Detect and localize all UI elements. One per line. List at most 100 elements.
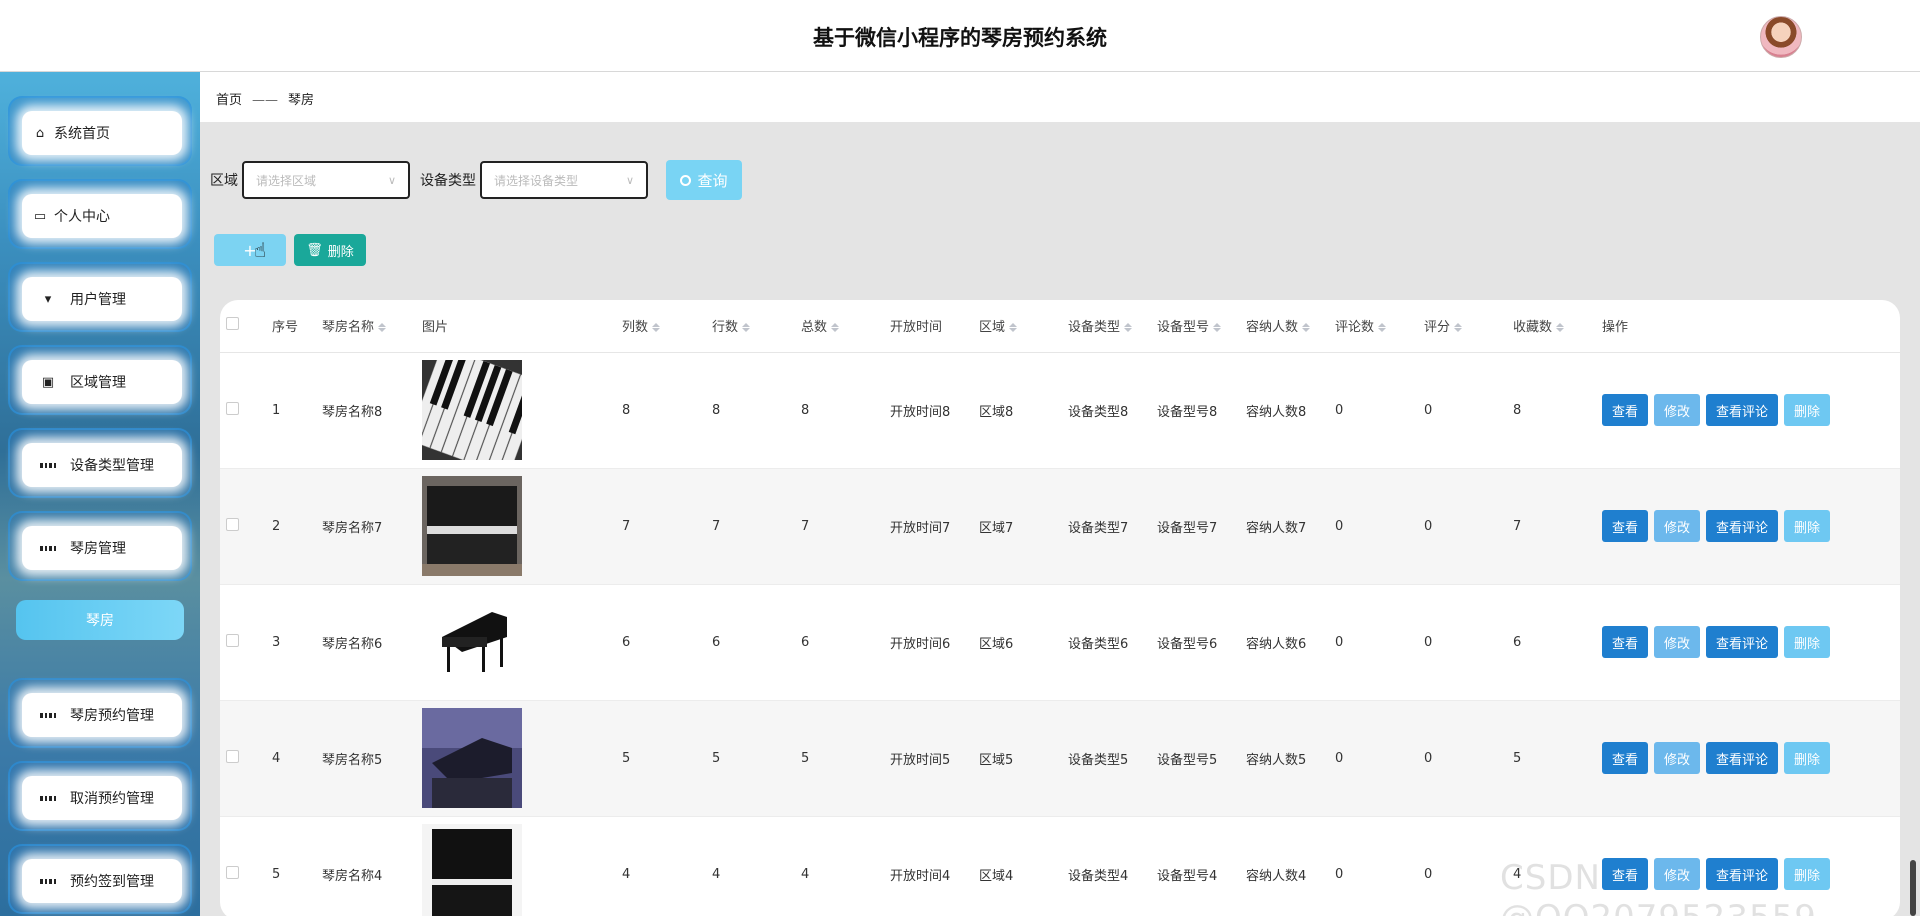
- cell-capacity: 容纳人数4: [1246, 816, 1335, 916]
- sort-icon[interactable]: [742, 322, 751, 333]
- view-button[interactable]: 查看: [1602, 394, 1649, 426]
- sort-icon[interactable]: [1378, 322, 1387, 333]
- piano-photo: [422, 708, 522, 808]
- view-reviews-button[interactable]: 查看评论: [1706, 742, 1779, 774]
- sidebar-item-users[interactable]: ▾ 用户管理: [8, 262, 192, 332]
- col-header[interactable]: 评分: [1424, 300, 1513, 353]
- sidebar-item-area[interactable]: ▣ 区域管理: [8, 345, 192, 415]
- table-row[interactable]: 4 琴房名称5 5 5 5 开放时间5 区域5 设备类型5 设备型号5 容纳人数5 0 0 5 查看 修改查…: [220, 700, 1900, 817]
- device-type-select[interactable]: 请选择设备类型 ∨: [480, 161, 648, 199]
- cell-favorites: 7: [1513, 468, 1602, 585]
- row-checkbox[interactable]: [226, 401, 239, 415]
- col-header[interactable]: 区域: [979, 300, 1068, 353]
- view-button[interactable]: 查看: [1602, 742, 1649, 774]
- top-header: 基于微信小程序的琴房预约系统: [0, 0, 1920, 72]
- cell-device-type: 设备类型8: [1068, 352, 1157, 469]
- edit-button[interactable]: 修改: [1654, 626, 1701, 658]
- cell-area: 区域5: [979, 700, 1068, 817]
- cell-area: 区域7: [979, 468, 1068, 585]
- query-button[interactable]: 查询: [666, 160, 742, 200]
- vertical-scrollbar[interactable]: [1910, 860, 1916, 916]
- sort-icon[interactable]: [1213, 322, 1222, 333]
- view-button[interactable]: 查看: [1602, 510, 1649, 542]
- col-header: 序号: [272, 300, 322, 353]
- cell-no: 2: [272, 468, 322, 585]
- sort-icon[interactable]: [1009, 322, 1018, 333]
- clipboard-icon: ▣: [41, 374, 55, 390]
- view-reviews-button[interactable]: 查看评论: [1706, 510, 1779, 542]
- grid-icon: [40, 540, 56, 556]
- sidebar-item-booking[interactable]: 琴房预约管理: [8, 678, 192, 748]
- home-icon: ⌂: [35, 125, 45, 141]
- row-checkbox[interactable]: [226, 749, 239, 763]
- sidebar-item-label: 琴房预约管理: [70, 708, 154, 724]
- cell-name: 琴房名称7: [322, 468, 422, 585]
- sort-icon[interactable]: [1454, 322, 1463, 333]
- edit-button[interactable]: 修改: [1654, 510, 1701, 542]
- cell-score: 0: [1424, 700, 1513, 817]
- cell-capacity: 容纳人数8: [1246, 352, 1335, 469]
- select-all-checkbox[interactable]: [226, 317, 239, 331]
- sidebar-item-device-type[interactable]: 设备类型管理: [8, 428, 192, 498]
- col-header[interactable]: 琴房名称: [322, 300, 422, 353]
- col-header[interactable]: 收藏数: [1513, 300, 1602, 353]
- sidebar-item-room[interactable]: 琴房管理: [8, 511, 192, 581]
- search-icon: [680, 174, 692, 186]
- sort-icon[interactable]: [1302, 322, 1311, 333]
- grid-icon: [40, 790, 56, 806]
- sidebar-item-profile[interactable]: ▭ 个人中心: [8, 179, 192, 249]
- cell-rows: 4: [712, 816, 801, 916]
- row-checkbox[interactable]: [226, 633, 239, 647]
- search-bar: 区域 请选择区域 ∨ 设备类型 请选择设备类型 ∨ 查询: [210, 160, 742, 200]
- delete-row-button[interactable]: 删除: [1784, 394, 1831, 426]
- area-placeholder: 请选择区域: [256, 173, 317, 188]
- sort-icon[interactable]: [1556, 322, 1565, 333]
- sidebar-item-label: 区域管理: [70, 375, 126, 391]
- sidebar-item-home[interactable]: ⌂ 系统首页: [8, 96, 192, 166]
- view-button[interactable]: 查看: [1602, 626, 1649, 658]
- page-title: 基于微信小程序的琴房预约系统: [813, 26, 1107, 50]
- table-row[interactable]: 2 琴房名称7 7 7 7 开放时间7 区域7 设备类型7 设备型号7 容纳人数7 0 0 7 查看 修改查…: [220, 468, 1900, 585]
- delete-row-button[interactable]: 删除: [1784, 510, 1831, 542]
- device-type-placeholder: 请选择设备类型: [494, 173, 579, 188]
- cell-open-time: 开放时间5: [890, 700, 979, 817]
- cell-comments: 0: [1335, 584, 1424, 701]
- table-row[interactable]: 3 琴房名称6 6 6 6 开放时间6 区域6 设备类型6 设备型号6 容纳人数6 0 0 6 查看 修改查…: [220, 584, 1900, 701]
- cell-cols: 6: [622, 584, 712, 701]
- col-header: 操作: [1602, 300, 1900, 353]
- sort-icon[interactable]: [378, 322, 387, 333]
- sort-icon[interactable]: [831, 322, 840, 333]
- row-checkbox[interactable]: [226, 517, 239, 531]
- row-checkbox[interactable]: [226, 865, 239, 879]
- col-header[interactable]: 列数: [622, 300, 712, 353]
- avatar[interactable]: [1760, 16, 1802, 58]
- table-row[interactable]: 1 琴房名称8 8 8 8 开放时间8 区域8 设备类型8 设备型号8 容纳人数8 0 0 8 查看 修改查…: [220, 352, 1900, 469]
- col-header[interactable]: 评论数: [1335, 300, 1424, 353]
- delete-row-button[interactable]: 删除: [1784, 626, 1831, 658]
- cell-image: [422, 468, 622, 585]
- add-button[interactable]: +: [214, 234, 286, 266]
- delete-row-button[interactable]: 删除: [1784, 742, 1831, 774]
- view-reviews-button[interactable]: 查看评论: [1706, 626, 1779, 658]
- table-header-row: 序号 琴房名称 图片 列数 行数 总数 开放时间 区域 设备类型 设备型号 容纳…: [220, 300, 1900, 353]
- device-type-label: 设备类型: [420, 173, 476, 189]
- delete-button-label: 删除: [327, 244, 354, 260]
- edit-button[interactable]: 修改: [1654, 742, 1701, 774]
- sidebar-sub-item-room[interactable]: 琴房: [16, 600, 184, 640]
- area-select[interactable]: 请选择区域 ∨: [242, 161, 410, 199]
- col-header[interactable]: 总数: [801, 300, 890, 353]
- breadcrumb-home[interactable]: 首页: [216, 93, 242, 108]
- col-header[interactable]: 设备型号: [1157, 300, 1246, 353]
- sidebar-item-cancel[interactable]: 取消预约管理: [8, 761, 192, 831]
- edit-button[interactable]: 修改: [1654, 394, 1701, 426]
- col-header[interactable]: 容纳人数: [1246, 300, 1335, 353]
- sidebar-item-checkin[interactable]: 预约签到管理: [8, 844, 192, 914]
- view-reviews-button[interactable]: 查看评论: [1706, 394, 1779, 426]
- col-header[interactable]: 行数: [712, 300, 801, 353]
- sort-icon[interactable]: [652, 322, 661, 333]
- cell-rows: 8: [712, 352, 801, 469]
- cell-capacity: 容纳人数7: [1246, 468, 1335, 585]
- batch-delete-button[interactable]: 🗑 删除: [294, 234, 366, 266]
- sort-icon[interactable]: [1124, 322, 1133, 333]
- col-header[interactable]: 设备类型: [1068, 300, 1157, 353]
